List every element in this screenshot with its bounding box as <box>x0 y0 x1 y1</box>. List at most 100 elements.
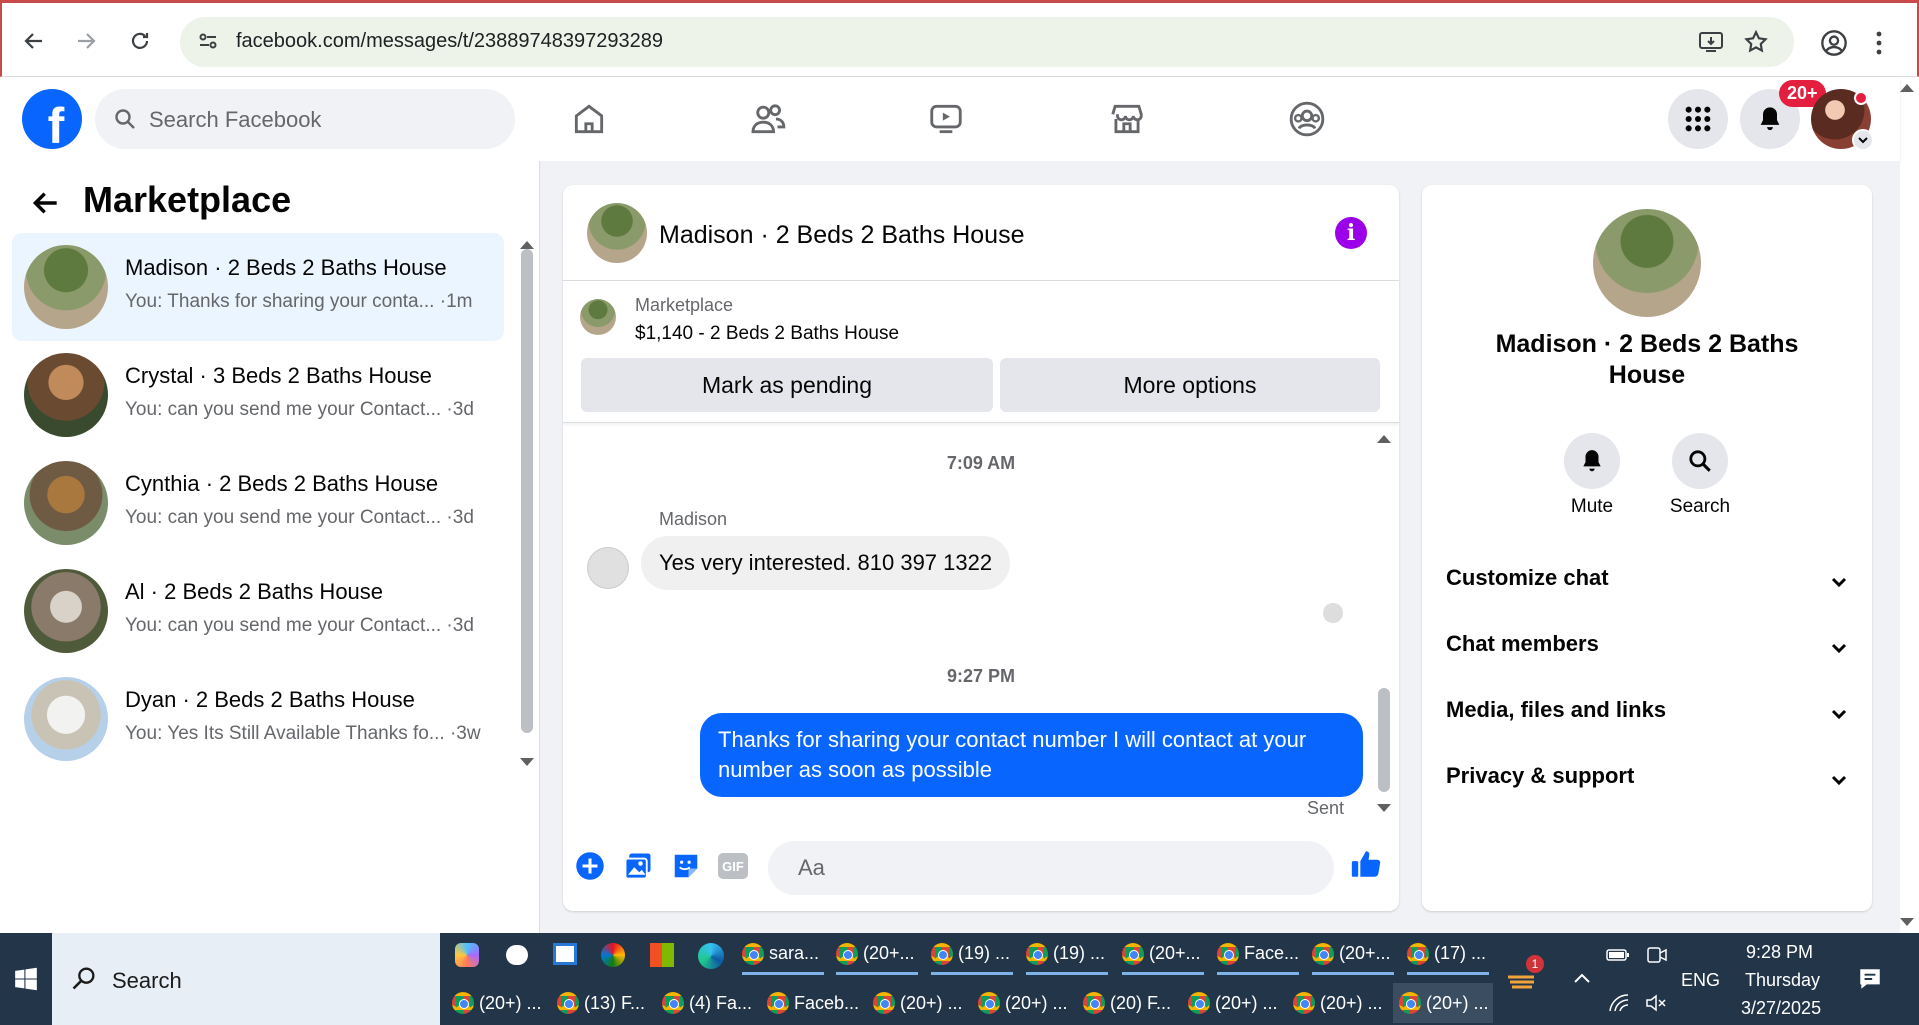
chat-scroll-down-arrow[interactable] <box>1377 804 1391 812</box>
menu-button[interactable] <box>1668 89 1728 149</box>
chat-scrollbar[interactable] <box>1378 688 1390 792</box>
message-input[interactable]: Aa <box>768 841 1334 895</box>
mute-label: Mute <box>1570 496 1614 517</box>
address-bar[interactable]: facebook.com/messages/t/2388974839729328… <box>180 17 1794 67</box>
install-app-icon[interactable] <box>1698 30 1724 54</box>
sender-avatar[interactable] <box>587 547 629 589</box>
taskbar-chrome-window[interactable]: (20+... <box>1122 935 1204 975</box>
chat-title[interactable]: Madison · 2 Beds 2 Baths House <box>659 221 1024 250</box>
sticker-button[interactable] <box>669 849 703 883</box>
profile-icon[interactable] <box>1820 29 1848 57</box>
news-icon[interactable] <box>553 943 577 965</box>
scroll-up-arrow[interactable] <box>520 241 534 249</box>
more-options-button[interactable]: More options <box>1000 358 1380 412</box>
clock-time[interactable]: 9:28 PM <box>1746 942 1813 963</box>
language-indicator[interactable]: ENG <box>1681 970 1720 991</box>
gif-button[interactable]: GIF <box>716 849 750 883</box>
taskbar-chrome-window[interactable]: (4) Fa... <box>662 983 754 1023</box>
account-menu-chevron[interactable] <box>1852 129 1874 151</box>
chat-scroll-up-arrow[interactable] <box>1377 435 1391 443</box>
url-text[interactable]: facebook.com/messages/t/2388974839729328… <box>236 30 663 53</box>
start-button[interactable] <box>0 933 52 1025</box>
conversation-avatar[interactable] <box>1593 209 1701 317</box>
more-actions-button[interactable] <box>573 849 607 883</box>
nav-marketplace[interactable] <box>1103 95 1151 143</box>
store-icon[interactable] <box>650 943 674 967</box>
taskbar-chrome-window[interactable]: (20) F... <box>1083 983 1175 1023</box>
facebook-search-input[interactable]: Search Facebook <box>95 89 515 149</box>
nav-video[interactable] <box>922 95 970 143</box>
conversation-item[interactable]: Madison · 2 Beds 2 Baths House You: Than… <box>12 233 504 341</box>
conversation-preview: You: Yes Its Still Available Thanks fo..… <box>125 723 481 744</box>
taskbar-chrome-window[interactable]: Faceb... <box>767 983 859 1023</box>
chat-members-row[interactable]: Chat members <box>1446 631 1848 671</box>
attach-photo-button[interactable] <box>621 849 655 883</box>
weather-widget[interactable]: 1 <box>1504 955 1544 993</box>
taskbar-chrome-window[interactable]: (20+... <box>1312 935 1394 975</box>
photo-icon <box>624 853 651 880</box>
nav-groups[interactable] <box>1283 95 1331 143</box>
taskbar-chrome-window[interactable]: (20+) ... <box>873 983 965 1023</box>
site-settings-icon[interactable] <box>196 29 220 53</box>
taskbar-chrome-window[interactable]: sara... <box>742 935 824 975</box>
scroll-down-arrow[interactable] <box>520 758 534 766</box>
chat-avatar[interactable] <box>587 203 647 263</box>
listing-thumbnail[interactable] <box>580 299 616 335</box>
nav-friends[interactable] <box>744 95 792 143</box>
taskbar-chrome-window[interactable]: (20+) ... <box>978 983 1070 1023</box>
taskbar-chrome-window[interactable]: Face... <box>1217 935 1299 975</box>
taskbar-chrome-window[interactable]: (19) ... <box>1026 935 1108 975</box>
wifi-icon[interactable] <box>1608 993 1630 1013</box>
page-scroll-up-arrow[interactable] <box>1900 84 1914 92</box>
taskbar-chrome-window[interactable]: (20+) ... <box>452 983 544 1023</box>
back-arrow-icon[interactable] <box>30 187 62 219</box>
mute-button[interactable] <box>1564 433 1620 489</box>
camera-icon[interactable] <box>1646 945 1668 965</box>
chrome-icon <box>1293 992 1315 1014</box>
facebook-logo[interactable]: f <box>22 89 82 149</box>
taskbar-search[interactable]: Search <box>52 933 440 1025</box>
taskbar-chrome-window-active[interactable]: (20+) ... <box>1393 983 1493 1023</box>
conversation-info-icon[interactable]: i <box>1335 217 1367 249</box>
conversation-item[interactable]: Al · 2 Beds 2 Baths House You: can you s… <box>12 557 504 665</box>
taskbar-chrome-window[interactable]: (20+... <box>836 935 918 975</box>
chrome-icon <box>662 992 684 1014</box>
taskbar-chrome-window[interactable]: (17) ... <box>1407 935 1489 975</box>
nav-home[interactable] <box>565 95 613 143</box>
notifications-center-icon[interactable] <box>1857 966 1883 992</box>
kebab-menu-icon[interactable] <box>1874 29 1884 57</box>
conversation-item[interactable]: Crystal · 3 Beds 2 Baths House You: can … <box>12 341 504 449</box>
taskbar-chrome-window[interactable]: (19) ... <box>931 935 1013 975</box>
taskbar-chrome-window[interactable]: (20+) ... <box>1188 983 1280 1023</box>
copilot-icon[interactable] <box>455 943 479 967</box>
app-icon[interactable] <box>506 945 528 965</box>
outgoing-message-bubble[interactable]: Thanks for sharing your contact number I… <box>700 713 1363 797</box>
forward-button[interactable] <box>70 25 102 57</box>
taskbar-chrome-window[interactable]: (20+) ... <box>1293 983 1385 1023</box>
edge-icon[interactable] <box>698 943 724 969</box>
page-scroll-down-arrow[interactable] <box>1900 918 1914 926</box>
status-dot <box>1854 91 1868 105</box>
back-button[interactable] <box>18 25 50 57</box>
conversation-item[interactable]: Dyan · 2 Beds 2 Baths House You: Yes Its… <box>12 665 504 773</box>
conversation-list-scrollbar[interactable] <box>521 249 533 733</box>
media-files-links-row[interactable]: Media, files and links <box>1446 697 1848 737</box>
customize-chat-row[interactable]: Customize chat <box>1446 565 1848 605</box>
privacy-support-row[interactable]: Privacy & support <box>1446 763 1848 803</box>
listing-price[interactable]: $1,140 - 2 Beds 2 Baths House <box>635 323 899 345</box>
clock-date[interactable]: 3/27/2025 <box>1741 998 1821 1019</box>
conversation-item[interactable]: Cynthia · 2 Beds 2 Baths House You: can … <box>12 449 504 557</box>
like-button[interactable] <box>1349 847 1383 881</box>
search-in-conversation-button[interactable] <box>1672 433 1728 489</box>
paint-icon[interactable] <box>601 943 625 967</box>
clock-day[interactable]: Thursday <box>1745 970 1820 991</box>
volume-muted-icon[interactable] <box>1644 993 1668 1013</box>
bookmark-star-icon[interactable] <box>1743 29 1769 55</box>
incoming-message-bubble[interactable]: Yes very interested. 810 397 1322 <box>641 536 1011 590</box>
reload-button[interactable] <box>124 25 156 57</box>
chrome-icon <box>742 942 764 965</box>
show-hidden-icons-chevron[interactable] <box>1572 971 1592 985</box>
battery-icon[interactable] <box>1606 947 1630 963</box>
mark-as-pending-button[interactable]: Mark as pending <box>581 358 993 412</box>
taskbar-chrome-window[interactable]: (13) F... <box>557 983 649 1023</box>
